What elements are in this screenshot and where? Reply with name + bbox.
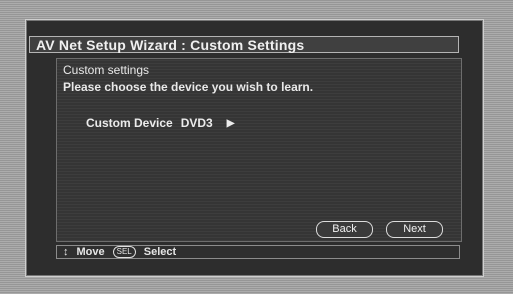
footer-hint-bar: ↕ Move SEL Select <box>56 245 460 259</box>
select-hint-label: Select <box>143 246 177 258</box>
sel-button-icon: SEL <box>112 246 136 258</box>
updown-arrows-icon: ↕ <box>63 246 69 258</box>
custom-device-row[interactable]: Custom Device DVD3 ▶ <box>86 116 234 130</box>
section-heading: Custom settings <box>63 63 150 77</box>
next-button[interactable]: Next <box>386 221 443 238</box>
back-button[interactable]: Back <box>316 221 373 238</box>
triangle-right-icon[interactable]: ▶ <box>227 118 235 129</box>
instruction-text: Please choose the device you wish to lea… <box>63 80 314 94</box>
move-hint-label: Move <box>76 246 105 258</box>
device-value[interactable]: DVD3 <box>181 116 213 130</box>
window-title: AV Net Setup Wizard : Custom Settings <box>29 36 459 53</box>
device-label: Custom Device <box>86 116 173 130</box>
